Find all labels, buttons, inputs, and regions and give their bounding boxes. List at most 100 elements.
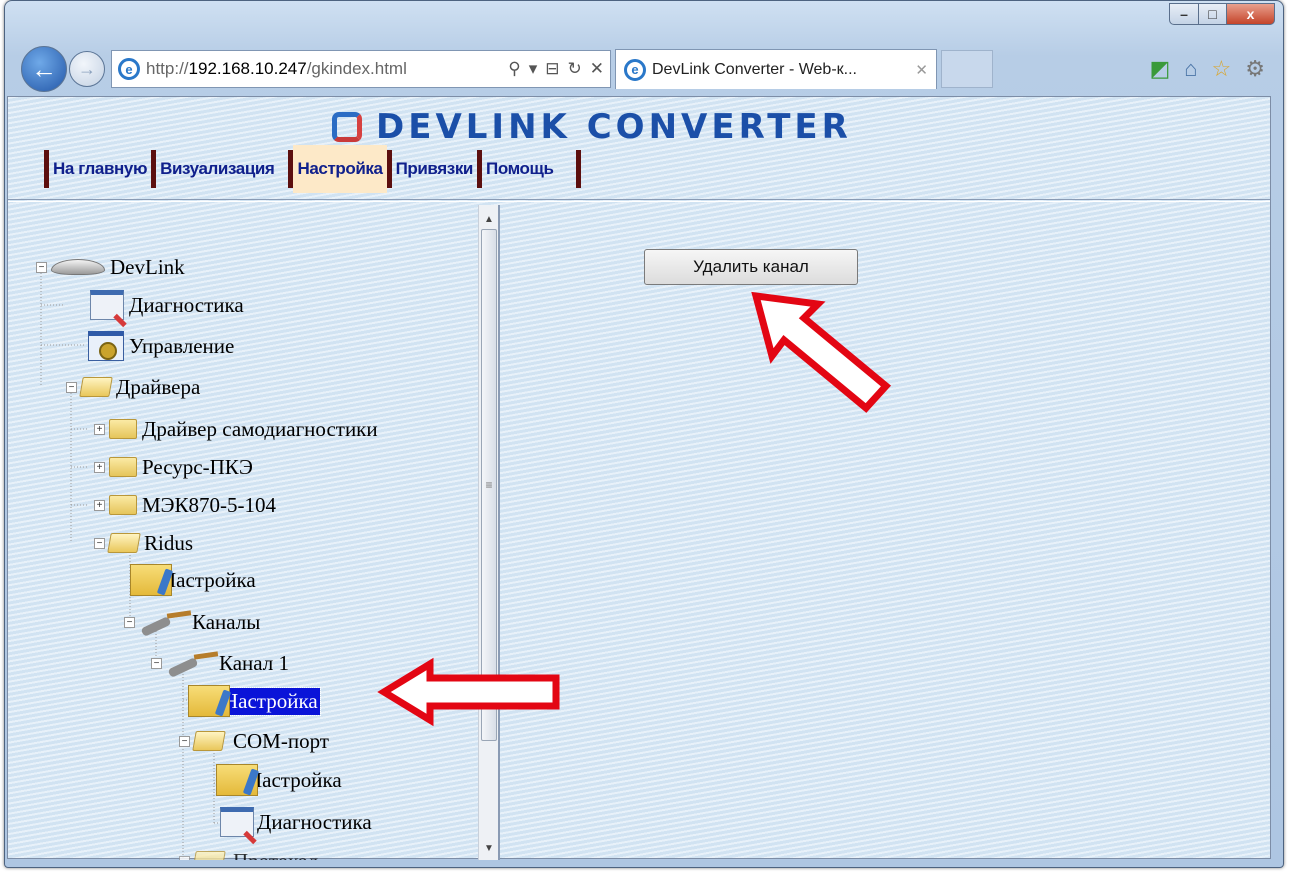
- menu-visualization[interactable]: Визуализация: [156, 150, 278, 188]
- scroll-up-arrow-icon[interactable]: ▲: [479, 209, 498, 229]
- menu-home[interactable]: На главную: [49, 150, 151, 188]
- config-tree: − DevLink Диагностика Управление − Драйв…: [8, 205, 478, 860]
- collapse-icon[interactable]: −: [36, 261, 47, 273]
- settings-folder-icon: [130, 564, 172, 596]
- folder-icon: [109, 457, 137, 477]
- tree-label: COM-порт: [233, 728, 329, 753]
- ie-page-icon: e: [118, 58, 140, 80]
- collapse-icon[interactable]: −: [66, 381, 77, 393]
- menu-help[interactable]: Помощь: [482, 150, 558, 188]
- tree-label: Настройка: [247, 767, 342, 792]
- settings-folder-icon: [188, 685, 230, 717]
- tree-node-drivers[interactable]: − Драйвера: [66, 373, 202, 401]
- home-icon[interactable]: ⌂: [1184, 56, 1197, 82]
- expand-icon[interactable]: +: [94, 423, 105, 435]
- browser-tab[interactable]: e DevLink Converter - Web-к... ✕: [615, 49, 937, 89]
- tree-label: Канал 1: [219, 650, 290, 675]
- stop-icon[interactable]: ✕: [590, 59, 604, 79]
- expand-icon[interactable]: +: [94, 461, 105, 473]
- device-icon: [51, 259, 105, 275]
- tree-label: Диагностика: [129, 292, 244, 317]
- scrollbar-thumb[interactable]: ≡: [481, 229, 497, 741]
- collapse-icon[interactable]: −: [94, 537, 105, 549]
- url-prefix: http://: [146, 59, 189, 78]
- collapse-icon[interactable]: −: [179, 735, 190, 747]
- tree-node-channel1-settings[interactable]: Настройка: [188, 685, 321, 717]
- logo-text: DEVLINK CONVERTER: [376, 107, 852, 147]
- tree-node-driver-resurs[interactable]: + Ресурс-ПКЭ: [94, 453, 255, 481]
- app-header: DEVLINK CONVERTER На главную Визуализаци…: [8, 97, 1270, 197]
- favorites-star-icon[interactable]: ☆: [1212, 56, 1232, 82]
- tree-label-selected: Настройка: [220, 686, 321, 716]
- addon-icon[interactable]: ◩: [1149, 56, 1170, 82]
- delete-channel-button[interactable]: Удалить канал: [644, 249, 858, 285]
- tree-node-partial[interactable]: − Протокол: [179, 847, 320, 860]
- tree-label: Диагностика: [257, 809, 372, 834]
- tree-scrollbar[interactable]: ▲ ≡ ▼: [478, 205, 498, 860]
- tree-node-com-diagnostics[interactable]: Диагностика: [220, 807, 374, 837]
- forward-arrow-icon: →: [78, 58, 96, 79]
- tree-node-channel1[interactable]: − Канал 1: [151, 649, 291, 677]
- maximize-button[interactable]: □: [1199, 3, 1227, 25]
- compat-view-icon[interactable]: ⊟: [545, 59, 559, 79]
- address-bar[interactable]: e http://192.168.10.247/gkindex.html ⚲ ▾…: [111, 50, 611, 88]
- tree-label: Управление: [129, 333, 235, 358]
- tree-node-ridus-settings[interactable]: Настройка: [130, 564, 258, 596]
- tree-label: DevLink: [110, 254, 185, 279]
- app-logo: DEVLINK CONVERTER: [332, 107, 852, 147]
- close-window-button[interactable]: x: [1227, 3, 1275, 25]
- tree-label: МЭК870-5-104: [142, 492, 277, 517]
- folder-icon: [109, 419, 137, 439]
- folder-open-icon: [192, 851, 226, 860]
- tree-node-driver-iec[interactable]: + МЭК870-5-104: [94, 491, 278, 519]
- window-controls: – □ x: [1169, 3, 1275, 25]
- tree-label: Драйвера: [116, 374, 201, 399]
- expand-icon[interactable]: +: [94, 499, 105, 511]
- tree-node-driver-selfdiag[interactable]: + Драйвер самодиагностики: [94, 415, 380, 443]
- collapse-icon[interactable]: −: [124, 616, 135, 628]
- back-button[interactable]: ←: [21, 46, 67, 92]
- tree-label: Протокол: [231, 848, 320, 861]
- address-actions: ⚲ ▾ ⊟ ↻ ✕: [508, 59, 604, 79]
- browser-toolbar: ← → e http://192.168.10.247/gkindex.html…: [21, 45, 1271, 93]
- search-icon[interactable]: ⚲: [508, 59, 520, 79]
- refresh-icon[interactable]: ↻: [568, 59, 582, 79]
- tree-node-channels[interactable]: − Каналы: [124, 608, 262, 636]
- tree-node-driver-ridus[interactable]: − Ridus: [94, 529, 195, 557]
- cable-icon: [166, 649, 220, 677]
- tree-label: Драйвер самодиагностики: [142, 416, 378, 441]
- tree-node-com-port[interactable]: − COM-порт: [179, 727, 331, 755]
- page-content: DEVLINK CONVERTER На главную Визуализаци…: [7, 96, 1271, 860]
- tree-node-control[interactable]: Управление: [88, 331, 236, 361]
- back-arrow-icon: ←: [31, 53, 57, 84]
- main-menu: На главную Визуализация Настройка Привяз…: [44, 145, 581, 193]
- control-panel-icon: [88, 331, 124, 361]
- folder-open-icon: [79, 377, 113, 397]
- folder-open-icon: [107, 533, 141, 553]
- url-path: /gkindex.html: [306, 59, 407, 78]
- collapse-icon[interactable]: −: [151, 657, 162, 669]
- tab-close-icon[interactable]: ✕: [915, 61, 928, 79]
- menu-separator: [575, 150, 581, 188]
- minimize-button[interactable]: –: [1169, 3, 1199, 25]
- dropdown-icon[interactable]: ▾: [529, 59, 538, 79]
- menu-settings[interactable]: Настройка: [293, 145, 387, 193]
- tree-panel: − DevLink Диагностика Управление − Драйв…: [8, 205, 500, 860]
- tree-label: Настройка: [161, 567, 256, 592]
- diagnostics-icon: [90, 290, 124, 320]
- cable-icon: [139, 608, 193, 636]
- tree-node-devlink[interactable]: − DevLink: [36, 253, 187, 281]
- new-tab-button[interactable]: [941, 50, 993, 88]
- tab-title: DevLink Converter - Web-к...: [652, 60, 857, 78]
- tree-node-diagnostics[interactable]: Диагностика: [90, 290, 246, 320]
- tools-gear-icon[interactable]: ⚙: [1245, 56, 1265, 82]
- tree-label: Ресурс-ПКЭ: [142, 454, 253, 479]
- menu-bindings[interactable]: Привязки: [392, 150, 477, 188]
- ie-tab-icon: e: [624, 58, 646, 81]
- scroll-down-arrow-icon[interactable]: ▼: [479, 838, 498, 858]
- tree-node-com-settings[interactable]: Настройка: [216, 764, 344, 796]
- tree-label: Каналы: [192, 609, 261, 634]
- detail-panel: Удалить канал: [502, 205, 1270, 860]
- collapse-icon[interactable]: −: [179, 855, 190, 860]
- forward-button[interactable]: →: [69, 51, 105, 87]
